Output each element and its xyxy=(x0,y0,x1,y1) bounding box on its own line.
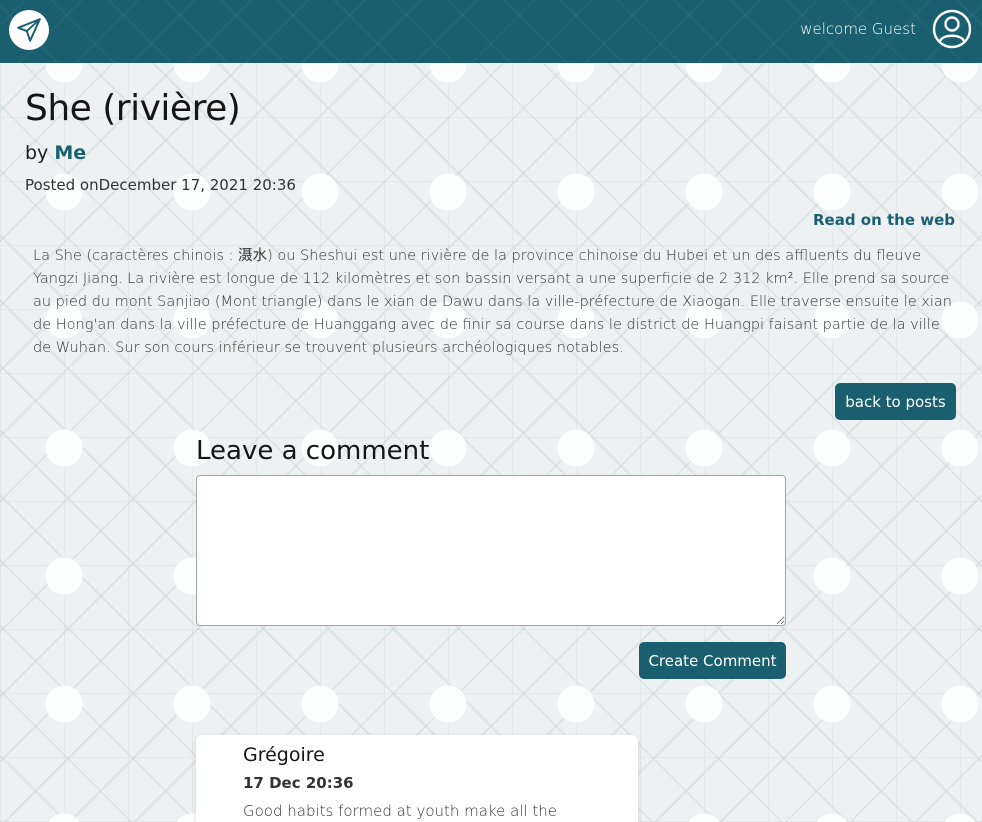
create-comment-button[interactable]: Create Comment xyxy=(639,642,786,679)
top-navbar: welcome Guest xyxy=(0,0,982,63)
paper-plane-icon xyxy=(17,18,41,42)
posted-date: Posted onDecember 17, 2021 20:36 xyxy=(25,176,296,194)
post-title: She (rivière) xyxy=(25,88,241,129)
post-byline: by Me xyxy=(25,142,86,164)
comment-card: Grégoire 17 Dec 20:36 Good habits formed… xyxy=(196,735,638,822)
comment-text: Good habits formed at youth make all the xyxy=(243,802,558,820)
comment-author: Grégoire xyxy=(243,744,325,766)
posted-label: Posted on xyxy=(25,176,99,194)
post-body: La She (caractères chinois : 滠水) ou Shes… xyxy=(33,248,952,356)
user-circle-icon[interactable] xyxy=(932,9,972,49)
welcome-text: welcome Guest xyxy=(800,20,916,38)
read-on-web-link[interactable]: Read on the web xyxy=(813,211,955,229)
home-logo[interactable] xyxy=(9,10,49,50)
comment-date: 17 Dec 20:36 xyxy=(243,774,354,792)
by-label: by xyxy=(25,142,49,164)
comment-textarea[interactable] xyxy=(196,475,786,626)
author-link[interactable]: Me xyxy=(54,142,86,164)
posted-date-value: December 17, 2021 20:36 xyxy=(98,176,296,194)
back-to-posts-button[interactable]: back to posts xyxy=(835,383,956,420)
comment-heading: Leave a comment xyxy=(196,436,430,466)
